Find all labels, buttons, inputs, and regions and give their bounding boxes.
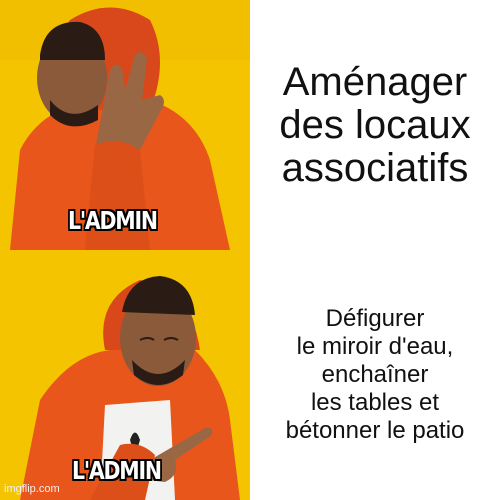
bottom-caption-panel: Défigurer le miroir d'eau, enchaîner les… (250, 250, 500, 500)
bottom-caption-text: Défigurer le miroir d'eau, enchaîner les… (285, 305, 465, 444)
bottom-overlay-label: L'ADMIN (72, 456, 162, 485)
imgflip-watermark: imgflip.com (4, 483, 60, 495)
drake-meme: Aménager des locaux associatifs Défigure… (0, 0, 500, 500)
top-caption-text: Aménager des locaux associatifs (279, 59, 471, 190)
top-overlay-label: L'ADMIN (68, 206, 158, 235)
top-caption-panel: Aménager des locaux associatifs (250, 0, 500, 250)
